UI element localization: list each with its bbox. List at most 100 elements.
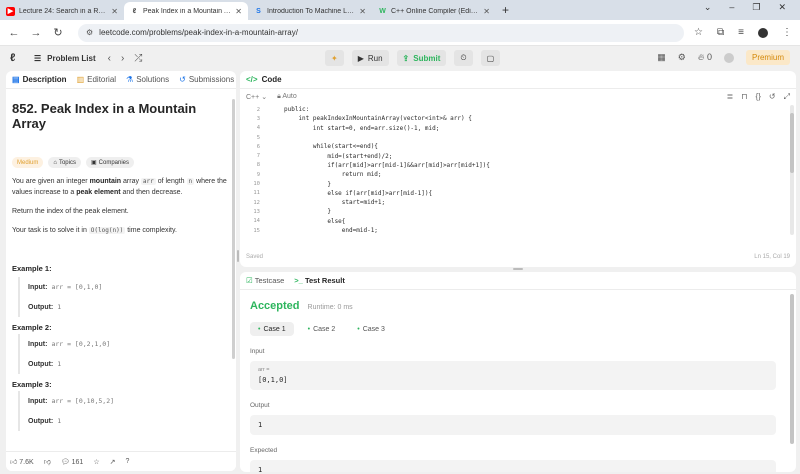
flask-icon: ⚗ [126, 75, 134, 84]
streak-counter[interactable]: 🔥︎ 0 [698, 52, 712, 63]
tab-description[interactable]: ▤ Description [12, 75, 67, 84]
language-select[interactable]: C++ ⌄ [246, 93, 267, 101]
case-label: Case 3 [362, 325, 385, 333]
close-icon[interactable]: ✕ [483, 7, 490, 16]
code-editor[interactable]: 2 public: 3 int peakIndexInMountainArray(v… [240, 105, 796, 245]
profile-icon[interactable] [758, 27, 768, 38]
settings-icon[interactable]: ⚙ [678, 52, 686, 63]
code-scrollbar[interactable] [790, 105, 794, 235]
code-text: } [284, 180, 331, 188]
notes-button[interactable]: ▢ [480, 50, 501, 66]
new-tab-icon[interactable]: + [502, 3, 509, 17]
scrollbar-thumb[interactable] [790, 294, 794, 444]
site-settings-icon[interactable]: ⚙ [86, 28, 93, 37]
braces-icon[interactable]: {} [756, 92, 761, 102]
case-tab-3[interactable]: • Case 3 [349, 322, 393, 336]
chevron-down-icon[interactable]: ⌄ [704, 2, 712, 13]
comments-button[interactable]: 💬︎ 161 [61, 458, 84, 466]
avatar[interactable] [723, 52, 734, 63]
run-button[interactable]: ▶ Run [351, 50, 389, 66]
output-label: Output: [28, 303, 54, 311]
test-result-panel: ☑ Testcase >_ Test Result Accepted Runti… [240, 272, 796, 472]
case-tab-2[interactable]: • Case 2 [300, 322, 344, 336]
submit-label: Submit [413, 53, 441, 63]
minimize-icon[interactable]: – [729, 2, 734, 13]
description-scrollbar[interactable] [231, 89, 236, 449]
tab-editorial[interactable]: ▥ Editorial [77, 75, 116, 84]
bookmark-icon[interactable]: ☆ [93, 458, 99, 466]
code-footer: Saved Ln 15, Col 19 [240, 247, 796, 267]
dislike-icon[interactable]: 👎︎ [44, 457, 51, 466]
browser-tab-1[interactable]: ℓ Peak Index in a Mountain Array ✕ [124, 2, 248, 20]
reset-icon[interactable]: ↺ [769, 92, 776, 102]
star-icon[interactable]: ☆ [694, 27, 703, 38]
menu-icon[interactable]: ⋮ [782, 27, 792, 38]
browser-tab-3[interactable]: W C++ Online Compiler (Editor / ✕ [372, 2, 496, 20]
code-text: int peakIndexInMountainArray(vector<int>… [284, 115, 472, 123]
back-icon[interactable]: ← [8, 27, 20, 39]
topics-badge[interactable]: ⌂ Topics [48, 157, 81, 168]
prev-problem-icon[interactable]: ‹ [108, 53, 111, 64]
code-line: 5 [240, 133, 796, 142]
runtime: Runtime: 0 ms [307, 304, 353, 311]
problem-return: Return the index of the peak element. [12, 208, 129, 215]
leetcode-logo-icon[interactable]: ℓ [10, 52, 22, 64]
tab-submissions[interactable]: ↺ Submissions [179, 75, 234, 84]
close-icon[interactable]: ✕ [235, 7, 242, 16]
output-label: Output: [28, 417, 54, 425]
code-text: return mid; [284, 171, 382, 179]
format-icon[interactable]: ≣ [727, 92, 734, 102]
auto-mode[interactable]: 🔒︎ Auto [277, 93, 297, 101]
like-button[interactable]: 👍︎ 7.6K [10, 457, 34, 466]
timer-button[interactable]: ⏲ [454, 50, 473, 66]
browser-tab-2[interactable]: S Introduction To Machine Learn ✕ [248, 2, 372, 20]
case-tab-1[interactable]: • Case 1 [250, 322, 294, 336]
tab-test-result[interactable]: >_ Test Result [294, 276, 345, 285]
maximize-icon[interactable]: ❐ [752, 2, 760, 13]
reload-icon[interactable]: ↻ [52, 26, 64, 39]
problem-list-button[interactable]: ☰ Problem List [34, 54, 96, 63]
bookmark-icon[interactable]: ⊓ [741, 92, 747, 102]
cursor-position: Ln 15, Col 19 [754, 254, 790, 260]
terminal-icon: >_ [294, 276, 303, 285]
debug-button[interactable]: ✦ [325, 50, 344, 66]
submit-button[interactable]: ⇪ Submit [396, 50, 447, 66]
code-line: 11 else if(arr[mid]>arr[mid-1]){ [240, 189, 796, 198]
fire-icon: 🔥︎ [697, 52, 705, 62]
expand-icon[interactable]: ⤢ [784, 92, 790, 102]
url-input[interactable]: ⚙ leetcode.com/problems/peak-index-in-a-… [78, 23, 685, 42]
pass-dot-icon: • [307, 325, 311, 333]
forward-icon[interactable]: → [30, 27, 42, 39]
result-scrollbar[interactable] [790, 294, 794, 464]
close-icon[interactable]: ✕ [111, 7, 118, 16]
tag-icon: ⌂ [53, 159, 57, 166]
input-section-label: Input [250, 348, 265, 355]
panel-resize-handle[interactable] [237, 250, 239, 262]
tab-testcase[interactable]: ☑ Testcase [246, 276, 284, 285]
expected-box: 1 [250, 460, 776, 472]
premium-button[interactable]: Premium [745, 50, 790, 65]
code-text: if(arr[mid]>arr[mid-1]&&arr[mid]>arr[mid… [284, 161, 490, 169]
doc-icon: ▤ [12, 75, 20, 84]
code-line: 14 else{ [240, 217, 796, 226]
next-problem-icon[interactable]: › [121, 53, 124, 64]
layout-icon[interactable]: ▦ [657, 52, 666, 63]
browser-tab-0[interactable]: ▶ Lecture 24: Search in a Rotated ✕ [0, 2, 124, 20]
problem-title: 852. Peak Index in a Mountain Array [12, 101, 197, 131]
close-window-icon[interactable]: ✕ [778, 2, 786, 13]
extensions-icon[interactable]: ⧉ [717, 27, 724, 38]
book-icon: ▥ [76, 75, 85, 84]
scrollbar-thumb[interactable] [790, 113, 794, 173]
media-icon[interactable]: ≡ [738, 27, 744, 38]
problem-list-label: Problem List [47, 53, 96, 63]
close-icon[interactable]: ✕ [359, 7, 366, 16]
companies-badge[interactable]: ▣ Companies [85, 157, 135, 168]
share-icon[interactable]: ↗ [110, 458, 116, 466]
w-icon: W [379, 7, 386, 15]
help-icon[interactable]: ? [125, 458, 129, 465]
comment-count: 161 [71, 458, 84, 466]
horizontal-resize-handle[interactable] [513, 268, 523, 270]
shuffle-icon[interactable]: ⤮ [134, 53, 142, 64]
tab-solutions[interactable]: ⚗ Solutions [126, 75, 169, 84]
scrollbar-thumb[interactable] [232, 99, 235, 359]
